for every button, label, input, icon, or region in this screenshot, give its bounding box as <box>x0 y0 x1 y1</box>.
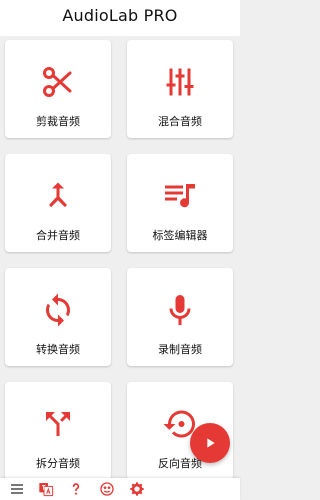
tile-merge-audio[interactable]: 合并音频 <box>5 154 111 252</box>
app-title: AudioLab PRO <box>62 6 178 25</box>
tile-convert-audio[interactable]: 转换音频 <box>5 268 111 366</box>
play-icon <box>207 438 215 448</box>
tool-grid: 剪裁音频 混合音频 合并音频 标签编辑器 转换音频 录制音频 拆分音频 反向音频 <box>0 36 240 480</box>
help-icon[interactable] <box>68 481 84 497</box>
gear-icon[interactable] <box>129 481 145 497</box>
tile-label: 剪裁音频 <box>36 115 80 128</box>
tile-label: 标签编辑器 <box>152 229 208 242</box>
tile-label: 录制音频 <box>158 343 202 356</box>
tile-label: 混合音频 <box>158 115 202 128</box>
app-header: AudioLab PRO <box>0 0 240 36</box>
playlist-music-icon <box>165 184 195 208</box>
tile-mix-audio[interactable]: 混合音频 <box>127 40 233 138</box>
tile-label: 转换音频 <box>36 343 80 356</box>
split-arrows-icon <box>46 412 70 436</box>
tile-record-audio[interactable]: 录制音频 <box>127 268 233 366</box>
bottom-toolbar <box>0 478 240 500</box>
play-fab-button[interactable] <box>190 423 230 463</box>
tile-label: 拆分音频 <box>36 457 80 470</box>
mixer-sliders-icon <box>166 68 194 96</box>
convert-cycle-icon <box>46 293 70 327</box>
menu-icon[interactable] <box>9 481 25 497</box>
tile-label: 合并音频 <box>36 229 80 242</box>
brain-icon[interactable] <box>99 481 115 497</box>
tile-split-audio[interactable]: 拆分音频 <box>5 382 111 480</box>
tile-trim-audio[interactable]: 剪裁音频 <box>5 40 111 138</box>
microphone-icon <box>169 295 191 325</box>
translate-icon[interactable] <box>38 481 54 497</box>
tile-tag-editor[interactable]: 标签编辑器 <box>127 154 233 252</box>
scissors-icon <box>43 67 72 97</box>
merge-arrows-icon <box>49 182 67 208</box>
